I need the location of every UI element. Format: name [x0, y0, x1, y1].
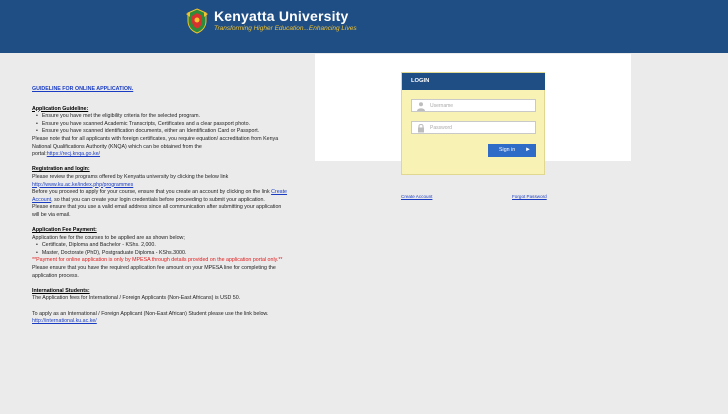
create-account-text-b: , so that you can create your login cred…	[51, 196, 265, 203]
sign-in-button[interactable]: Sign in ►	[488, 144, 536, 157]
create-account-text-a: Before you proceed to apply for your cou…	[32, 189, 270, 196]
knqa-note: Please note that for all applicants with…	[32, 135, 279, 150]
mpesa-note: Please ensure that you have the required…	[32, 265, 276, 279]
app-guideline-heading: Application Guideline:	[32, 105, 89, 112]
international-link[interactable]: http://international.ku.ac.ke/	[32, 318, 97, 324]
registration-intro: Please review the programs offered by Ke…	[32, 173, 229, 180]
fee-list: Certificate, Diploma and Bachelor - KShs…	[32, 242, 287, 257]
username-field[interactable]	[411, 99, 536, 112]
registration-text: Before you proceed to apply for your cou…	[32, 189, 287, 204]
list-item: Ensure you have scanned identification d…	[36, 128, 287, 136]
knqa-portal-link[interactable]: https://recj.knqa.go.ke/	[47, 151, 100, 157]
list-item: Ensure you have met the eligibility crit…	[36, 113, 287, 121]
login-title: LOGIN	[402, 73, 545, 90]
fee-heading: Application Fee Payment:	[32, 227, 97, 234]
guideline-heading[interactable]: GUIDELINE FOR ONLINE APPLICATION.	[32, 86, 287, 94]
university-logo[interactable]: Kenyatta University Transforming Higher …	[184, 8, 357, 34]
forgot-password-link[interactable]: Forgot Password	[512, 194, 547, 199]
list-item: Certificate, Diploma and Bachelor - KShs…	[36, 242, 287, 250]
list-item: Ensure you have scanned Academic Transcr…	[36, 121, 287, 129]
crest-icon	[186, 8, 208, 34]
portal-prefix: portal:	[32, 151, 47, 158]
international-fee: The Application fees for International /…	[32, 295, 241, 302]
international-heading: International Students:	[32, 287, 90, 294]
international-instructions: To apply as an International / Foreign A…	[32, 310, 269, 317]
password-field[interactable]	[411, 121, 536, 134]
sign-in-label: Sign in	[499, 147, 516, 153]
app-guideline-list: Ensure you have met the eligibility crit…	[32, 113, 287, 136]
username-input[interactable]	[430, 102, 520, 109]
site-header: Kenyatta University Transforming Higher …	[0, 0, 728, 53]
user-icon	[417, 101, 425, 111]
lock-icon	[418, 123, 424, 132]
registration-heading: Registration and login:	[32, 166, 90, 173]
mpesa-warning: **Payment for online application is only…	[32, 257, 283, 264]
programmes-link[interactable]: http://www.ku.ac.ke/index.php/programmes	[32, 182, 133, 188]
fee-intro: Application fee for the courses to be ap…	[32, 234, 185, 241]
application-guideline: GUIDELINE FOR ONLINE APPLICATION. Applic…	[32, 86, 287, 326]
login-form: LOGIN Sign in ►	[401, 72, 545, 175]
list-item: Master, Doctorate (PhD), Postgraduate Di…	[36, 250, 287, 258]
password-input[interactable]	[430, 124, 520, 131]
logo-title: Kenyatta University	[214, 8, 349, 24]
arrow-right-icon: ►	[525, 147, 531, 153]
create-account-link[interactable]: Create Account	[401, 194, 432, 199]
email-note: Please ensure that you use a valid email…	[32, 204, 282, 218]
portal-line: portal:https://recj.knqa.go.ke/	[32, 151, 287, 159]
logo-tagline: Transforming Higher Education...Enhancin…	[214, 25, 357, 32]
